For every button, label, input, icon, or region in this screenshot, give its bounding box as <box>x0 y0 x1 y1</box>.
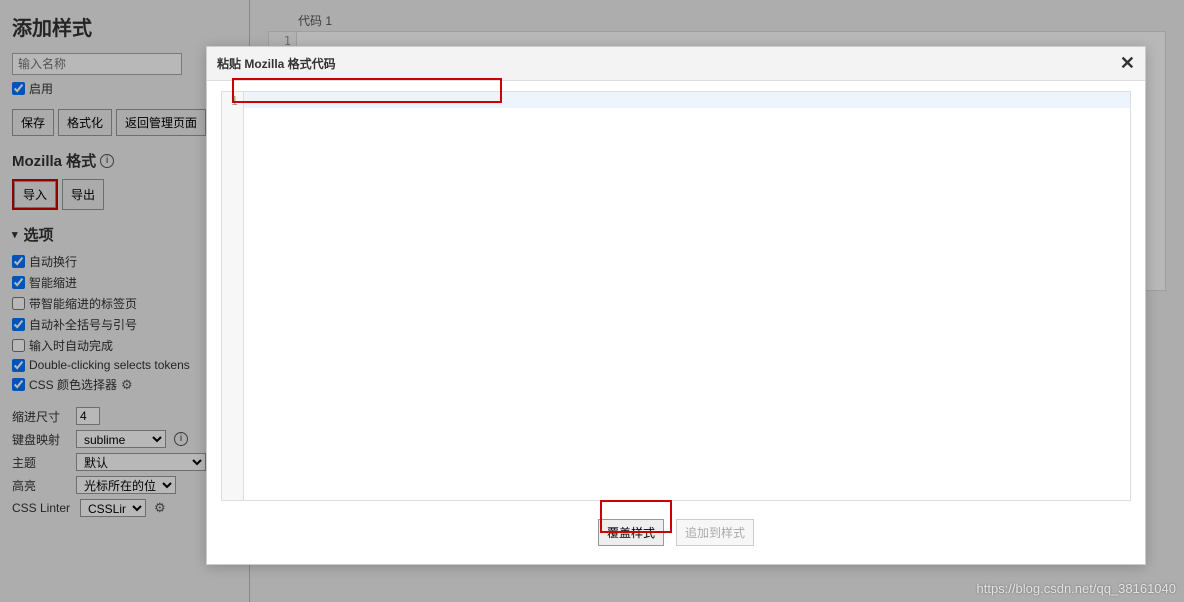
modal-active-line[interactable] <box>244 92 1130 108</box>
paste-mozilla-modal: 粘贴 Mozilla 格式代码 ✕ 1 覆盖样式 追加到样式 <box>206 46 1146 565</box>
watermark: https://blog.csdn.net/qq_38161040 <box>977 581 1177 596</box>
close-icon[interactable]: ✕ <box>1120 53 1135 74</box>
modal-editor-gutter: 1 <box>222 92 244 500</box>
modal-title: 粘贴 Mozilla 格式代码 <box>217 55 336 72</box>
modal-code-editor[interactable]: 1 <box>221 91 1131 501</box>
append-style-button[interactable]: 追加到样式 <box>676 519 754 546</box>
overwrite-style-button[interactable]: 覆盖样式 <box>598 519 664 546</box>
